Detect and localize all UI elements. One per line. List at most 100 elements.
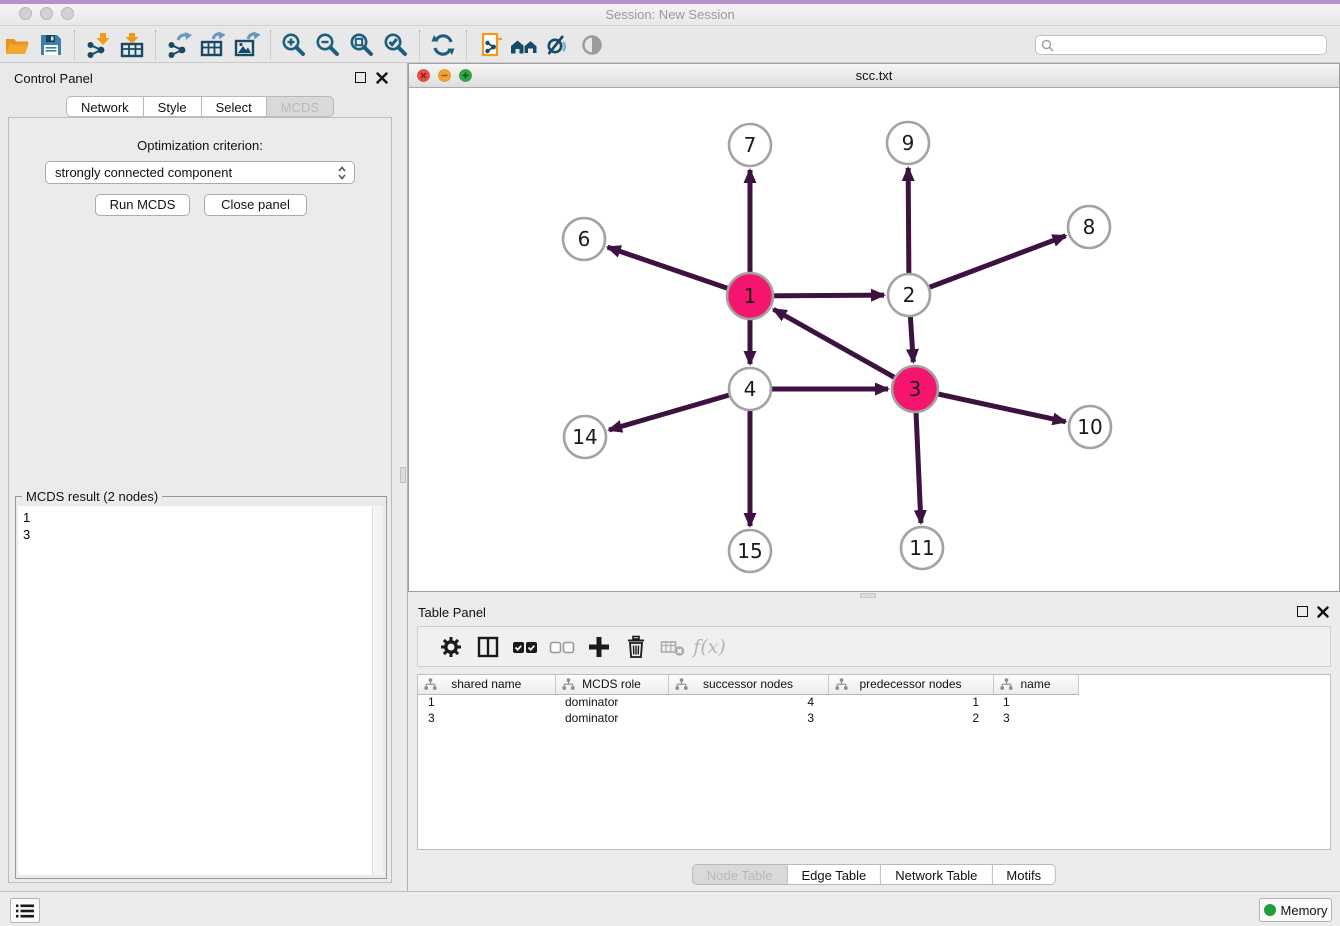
tab-motifs[interactable]: Motifs	[992, 864, 1056, 885]
column-header-successor-nodes[interactable]: successor nodes	[668, 675, 828, 694]
graph-node-2[interactable]: 2	[888, 274, 930, 316]
run-mcds-button[interactable]: Run MCDS	[95, 194, 190, 216]
tab-mcds[interactable]: MCDS	[267, 96, 334, 117]
zoom-out-icon[interactable]	[311, 30, 345, 60]
network-window-titlebar[interactable]: scc.txt	[409, 64, 1339, 88]
node-table[interactable]: shared nameMCDS rolesuccessor nodesprede…	[417, 674, 1331, 850]
delete-table-icon[interactable]	[654, 632, 691, 662]
save-session-icon[interactable]	[34, 30, 68, 60]
graph-node-label: 1	[744, 284, 757, 308]
show-hide-graphics-details-icon[interactable]	[575, 30, 609, 60]
deselect-all-columns-icon[interactable]	[543, 632, 580, 662]
table-cell[interactable]: 2	[828, 710, 993, 726]
settings-gear-icon[interactable]	[432, 632, 469, 662]
vertical-splitter[interactable]	[400, 63, 408, 891]
close-panel-button[interactable]: Close panel	[204, 194, 307, 216]
column-header-MCDS-role[interactable]: MCDS role	[555, 675, 668, 694]
graph-node-9[interactable]: 9	[887, 122, 929, 164]
mcds-result-list[interactable]: 13	[18, 506, 372, 875]
table-cell[interactable]: dominator	[555, 710, 668, 726]
tab-select[interactable]: Select	[202, 96, 267, 117]
task-list-icon	[16, 904, 34, 918]
network-view-title: scc.txt	[409, 68, 1339, 83]
split-panel-columns-icon[interactable]	[469, 632, 506, 662]
graph-edge-3-1[interactable]	[774, 309, 915, 389]
function-builder-icon[interactable]: f(x)	[691, 632, 728, 662]
open-cybrowser-home-icon[interactable]	[507, 30, 541, 60]
import-network-icon[interactable]	[81, 30, 115, 60]
export-table-icon[interactable]	[196, 30, 230, 60]
clone-network-icon[interactable]	[473, 30, 507, 60]
search-field-wrap	[1035, 35, 1327, 55]
table-cell[interactable]: 1	[418, 694, 555, 710]
result-scrollbar[interactable]	[372, 506, 383, 875]
table-cell[interactable]: 3	[668, 710, 828, 726]
export-image-icon[interactable]	[230, 30, 264, 60]
float-panel-icon[interactable]	[355, 72, 366, 83]
graph-node-6[interactable]: 6	[563, 218, 605, 260]
close-panel-icon[interactable]	[376, 72, 388, 84]
table-cell[interactable]: dominator	[555, 694, 668, 710]
graph-node-15[interactable]: 15	[729, 530, 771, 572]
table-cell[interactable]: 3	[993, 710, 1078, 726]
graph-node-11[interactable]: 11	[901, 527, 943, 569]
graph-node-label: 6	[578, 227, 591, 251]
graph-node-3[interactable]: 3	[892, 366, 938, 412]
toggle-vizmapper-icon[interactable]	[541, 30, 575, 60]
graph-node-label: 2	[903, 283, 916, 307]
graph-node-4[interactable]: 4	[729, 368, 771, 410]
graph-edge-2-8[interactable]	[909, 236, 1066, 295]
table-row[interactable]: 3dominator323	[418, 710, 1330, 726]
optimization-select-value: strongly connected component	[55, 165, 232, 180]
tab-network-table[interactable]: Network Table	[881, 864, 992, 885]
memory-button[interactable]: Memory	[1259, 898, 1332, 922]
column-header-shared-name[interactable]: shared name	[418, 675, 555, 694]
control-panel-title: Control Panel	[14, 71, 93, 86]
float-panel-icon[interactable]	[1297, 606, 1308, 617]
open-session-icon[interactable]	[0, 30, 34, 60]
optimization-criterion-label: Optimization criterion:	[9, 138, 391, 153]
graph-node-8[interactable]: 8	[1068, 206, 1110, 248]
search-input[interactable]	[1035, 35, 1327, 55]
zoom-selected-icon[interactable]	[379, 30, 413, 60]
graph-node-label: 7	[744, 133, 757, 157]
mcds-tab-content: Optimization criterion: strongly connect…	[8, 117, 392, 883]
tab-node-table[interactable]: Node Table	[692, 864, 788, 885]
show-tasks-button[interactable]	[10, 898, 40, 923]
table-cell[interactable]: 4	[668, 694, 828, 710]
column-header-name[interactable]: name	[993, 675, 1078, 694]
zoom-in-icon[interactable]	[277, 30, 311, 60]
table-cell[interactable]: 1	[993, 694, 1078, 710]
delete-columns-icon[interactable]	[617, 632, 654, 662]
graph-node-label: 4	[744, 377, 757, 401]
optimization-select[interactable]: strongly connected component	[45, 161, 355, 184]
control-panel-tabs: NetworkStyleSelectMCDS	[66, 96, 334, 117]
toolbar-separator	[155, 30, 156, 60]
create-new-column-icon[interactable]	[580, 632, 617, 662]
graph-node-10[interactable]: 10	[1069, 406, 1111, 448]
select-all-columns-icon[interactable]	[506, 632, 543, 662]
column-header-predecessor-nodes[interactable]: predecessor nodes	[828, 675, 993, 694]
tab-network[interactable]: Network	[66, 96, 144, 117]
import-table-icon[interactable]	[115, 30, 149, 60]
graph-node-7[interactable]: 7	[729, 124, 771, 166]
tab-edge-table[interactable]: Edge Table	[787, 864, 881, 885]
splitter-handle[interactable]	[400, 467, 406, 483]
table-cell-filler	[1078, 710, 1330, 726]
table-cell[interactable]: 1	[828, 694, 993, 710]
network-canvas[interactable]: 7 9 6 8 1 2 4 3 14 10 15 11	[409, 88, 1339, 591]
graph-node-14[interactable]: 14	[564, 416, 606, 458]
export-network-icon[interactable]	[162, 30, 196, 60]
mcds-result-title: MCDS result (2 nodes)	[22, 489, 162, 504]
result-item[interactable]: 1	[23, 509, 372, 526]
graph-node-1[interactable]: 1	[727, 273, 773, 319]
close-panel-icon[interactable]	[1317, 606, 1329, 618]
zoom-fit-icon[interactable]	[345, 30, 379, 60]
tab-style[interactable]: Style	[144, 96, 202, 117]
result-item[interactable]: 3	[23, 526, 372, 543]
apply-preferred-layout-icon[interactable]	[426, 30, 460, 60]
table-cell[interactable]: 3	[418, 710, 555, 726]
horizontal-splitter[interactable]	[408, 592, 1340, 600]
splitter-handle[interactable]	[860, 593, 876, 598]
table-row[interactable]: 1dominator411	[418, 694, 1330, 710]
